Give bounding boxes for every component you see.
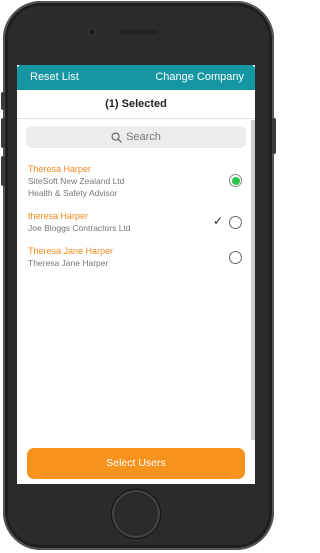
app-screen: Reset List Change Company (1) Selected S… bbox=[17, 65, 255, 484]
search-icon bbox=[111, 132, 122, 143]
user-company: SiteSoft New Zealand Ltd bbox=[28, 176, 125, 186]
search-placeholder: Search bbox=[126, 131, 161, 143]
checkmark-icon: ✓ bbox=[213, 214, 224, 228]
user-name: Theresa Jane Harper bbox=[28, 246, 114, 256]
list-item[interactable]: Theresa Harper SiteSoft New Zealand Ltd … bbox=[28, 163, 238, 199]
top-bar: Reset List Change Company bbox=[17, 65, 255, 90]
search-input[interactable]: Search bbox=[26, 126, 246, 148]
phone-side-button bbox=[1, 92, 5, 110]
scrollbar[interactable] bbox=[251, 120, 255, 440]
phone-power-button bbox=[272, 118, 276, 154]
camera-icon bbox=[89, 29, 95, 35]
select-radio[interactable] bbox=[229, 251, 242, 264]
list-item[interactable]: theresa Harper Joe Bloggs Contractors Lt… bbox=[28, 210, 238, 234]
user-company: Theresa Jane Harper bbox=[28, 258, 109, 268]
home-button[interactable] bbox=[112, 490, 160, 538]
phone-volume-up-button bbox=[1, 118, 5, 148]
list-item[interactable]: Theresa Jane Harper Theresa Jane Harper bbox=[28, 245, 238, 269]
select-users-button[interactable]: Select Users bbox=[27, 448, 245, 479]
change-company-button[interactable]: Change Company bbox=[155, 65, 244, 90]
user-name: theresa Harper bbox=[28, 211, 89, 221]
phone-volume-down-button bbox=[1, 156, 5, 186]
select-radio[interactable] bbox=[229, 216, 242, 229]
user-name: Theresa Harper bbox=[28, 164, 92, 174]
selected-count: (1) Selected bbox=[17, 90, 255, 119]
reset-list-button[interactable]: Reset List bbox=[30, 65, 79, 90]
user-role: Health & Safety Advisor bbox=[28, 188, 118, 198]
user-company: Joe Bloggs Contractors Ltd bbox=[28, 223, 131, 233]
speaker-grille bbox=[118, 30, 158, 34]
select-radio-checked[interactable] bbox=[229, 174, 242, 187]
